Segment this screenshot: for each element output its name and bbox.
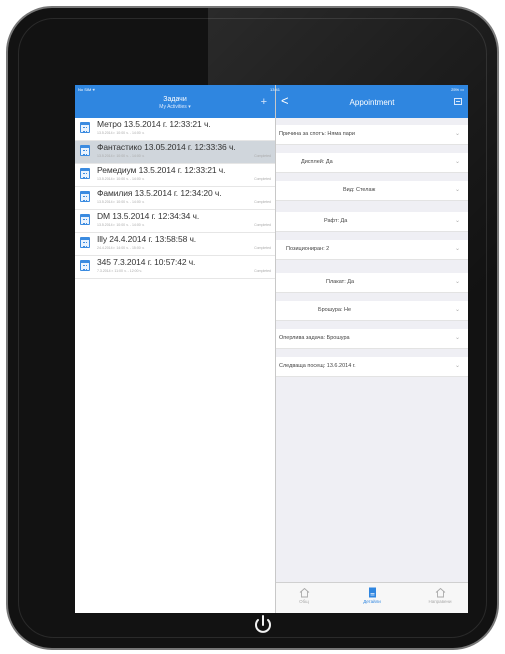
chevron-down-icon: ⌄ [454, 363, 460, 369]
task-title: Ремедиум 13.5.2014 г. 12:33:21 ч. [97, 165, 226, 175]
chevron-down-icon: ⌄ [454, 335, 460, 341]
tab-bar: Общ Детайли Направени [276, 582, 468, 613]
calendar-icon [80, 145, 90, 156]
task-time: 13.5.2014 г. 10:00 ч. - 14:00 ч. [97, 223, 145, 227]
page-title: Задачи [163, 96, 187, 103]
appointment-field-row[interactable]: Рафт: Да ⌄ [276, 212, 468, 232]
document-icon [368, 587, 376, 598]
task-time: 13.5.2014 г. 10:00 ч. - 14:00 ч. [97, 200, 145, 204]
tab-label-done: Направени [428, 599, 452, 604]
appointment-field-row[interactable]: Вид: Стелаж ⌄ [276, 181, 468, 201]
task-title: Фантастико 13.05.2014 г. 12:33:36 ч. [97, 142, 236, 152]
task-row[interactable]: Метро 13.5.2014 г. 12:33:21 ч. 13.5.2014 … [75, 118, 275, 141]
task-title: Фамилия 13.5.2014 г. 12:34:20 ч. [97, 188, 222, 198]
task-row[interactable]: Фантастико 13.05.2014 г. 12:33:36 ч. 13.5… [75, 141, 275, 164]
appointment-field-row[interactable]: Дисплей: Да ⌄ [276, 153, 468, 173]
calendar-icon [80, 260, 90, 271]
tab-label-details: Детайли [363, 599, 381, 604]
chevron-down-icon: ⌄ [454, 246, 460, 252]
home-icon [435, 587, 445, 598]
tab-general[interactable]: Общ [284, 587, 324, 604]
appointment-title: Appointment [349, 98, 395, 107]
task-status: Completed [254, 223, 271, 227]
chevron-down-icon: ⌄ [454, 187, 460, 193]
appointment-field-row[interactable]: Оперлива задача: Брошура ⌄ [276, 329, 468, 349]
field-label: Следваща посещ: 13.6.2014 г. [279, 363, 356, 369]
appointment-field-row[interactable]: Плакат: Да ⌄ [276, 273, 468, 293]
appointment-field-row[interactable]: Причина за спотъ: Няма пари ⌄ [276, 125, 468, 145]
chevron-down-icon: ⌄ [454, 159, 460, 165]
calendar-icon [80, 122, 90, 133]
task-status: Completed [254, 177, 271, 181]
calendar-icon [80, 168, 90, 179]
app-screen: No SIM ⚹ Задачи My Activities ▾ + Метро … [75, 85, 468, 613]
status-time: 13:41 [270, 87, 281, 92]
field-label: Позициониран: 2 [286, 246, 330, 252]
task-row[interactable]: Фамилия 13.5.2014 г. 12:34:20 ч. 13.5.201… [75, 187, 275, 210]
calendar-icon [80, 191, 90, 202]
chevron-down-icon: ⌄ [454, 279, 460, 285]
task-time: 24.4.2014 г. 14:00 ч. - 15:00 ч. [97, 246, 145, 250]
add-task-button[interactable]: + [261, 97, 267, 108]
task-time: 7.3.2014 г. 11:00 ч. - 12:00 ч. [97, 269, 143, 273]
task-title: DM 13.5.2014 г. 12:34:34 ч. [97, 211, 200, 221]
task-title: Illy 24.4.2014 г. 13:58:58 ч. [97, 234, 197, 244]
chevron-down-icon: ⌄ [454, 131, 460, 137]
task-row[interactable]: 345 7.3.2014 г. 10:57:42 ч. 7.3.2014 г. 1… [75, 256, 275, 279]
battery-status: 25% ▭ [451, 87, 464, 92]
task-title: Метро 13.5.2014 г. 12:33:21 ч. [97, 119, 211, 129]
task-row[interactable]: Ремедиум 13.5.2014 г. 12:33:21 ч. 13.5.20… [75, 164, 275, 187]
appointment-header: 13:41 25% ▭ < Appointment [270, 85, 468, 118]
tab-details[interactable]: Детайли [352, 587, 392, 604]
appointment-field-row[interactable]: Следваща посещ: 13.6.2014 г. ⌄ [276, 357, 468, 377]
task-list: Метро 13.5.2014 г. 12:33:21 ч. 13.5.2014 … [75, 118, 275, 279]
task-time: 13.5.2014 г. 10:00 ч. - 14:00 ч. [97, 154, 145, 158]
field-label: Причина за спотъ: Няма пари [279, 131, 355, 137]
home-icon [299, 587, 309, 598]
chevron-down-icon: ⌄ [454, 307, 460, 313]
tab-label-general: Общ [299, 599, 309, 604]
field-label: Вид: Стелаж [343, 187, 376, 193]
activity-filter-dropdown[interactable]: My Activities ▾ [75, 104, 275, 110]
field-label: Оперлива задача: Брошура [279, 335, 350, 341]
appointment-field-row[interactable]: Брошура: Не ⌄ [276, 301, 468, 321]
task-time: 13.5.2014 г. 10:00 ч. - 14:00 ч. [97, 177, 145, 181]
field-label: Дисплей: Да [301, 159, 333, 165]
task-title: 345 7.3.2014 г. 10:57:42 ч. [97, 257, 196, 267]
field-label: Брошура: Не [318, 307, 352, 313]
field-label: Плакат: Да [326, 279, 355, 285]
task-status: Completed [254, 269, 271, 273]
task-status: Completed [254, 200, 271, 204]
edit-icon[interactable] [454, 98, 462, 105]
tab-done[interactable]: Направени [420, 587, 460, 604]
appointment-detail-panel: 13:41 25% ▭ < Appointment Причина за спо… [270, 85, 468, 613]
calendar-icon [80, 237, 90, 248]
task-row[interactable]: DM 13.5.2014 г. 12:34:34 ч. 13.5.2014 г. … [75, 210, 275, 233]
task-list-header: No SIM ⚹ Задачи My Activities ▾ + [75, 85, 275, 118]
power-icon[interactable] [251, 613, 275, 637]
calendar-icon [80, 214, 90, 225]
task-status: Completed [254, 246, 271, 250]
chevron-down-icon: ⌄ [454, 218, 460, 224]
task-list-panel: No SIM ⚹ Задачи My Activities ▾ + Метро … [75, 85, 276, 613]
appointment-field-row[interactable]: Позициониран: 2 ⌄ [276, 240, 468, 260]
task-status: Completed [254, 154, 271, 158]
tablet-frame: No SIM ⚹ Задачи My Activities ▾ + Метро … [6, 6, 501, 650]
task-row[interactable]: Illy 24.4.2014 г. 13:58:58 ч. 24.4.2014 г… [75, 233, 275, 256]
carrier-status: No SIM ⚹ [78, 87, 95, 92]
field-label: Рафт: Да [324, 218, 348, 224]
task-time: 13.5.2014 г. 10:00 ч. - 14:00 ч. [97, 131, 145, 135]
